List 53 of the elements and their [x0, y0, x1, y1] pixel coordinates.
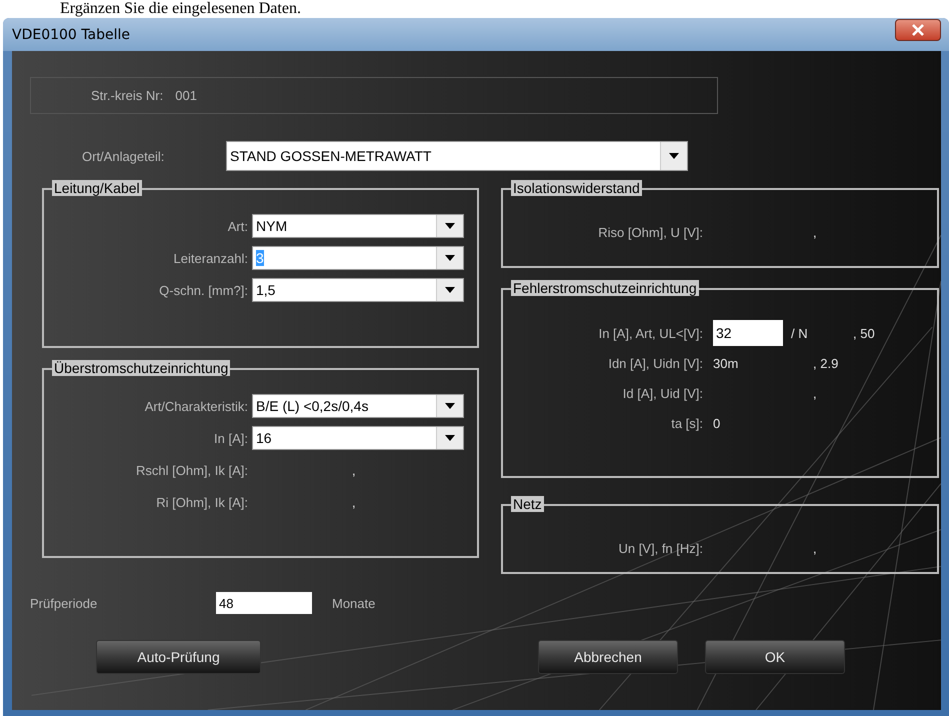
- unit-label: Monate: [332, 596, 376, 610]
- field-label: Ri [Ohm], Ik [A]:: [155, 494, 249, 510]
- field-label: Leiteranzahl:: [172, 250, 249, 266]
- field-value: ,: [813, 224, 817, 240]
- close-icon: [911, 24, 925, 36]
- field-value: ,: [813, 540, 817, 556]
- close-button[interactable]: [895, 18, 941, 40]
- field-value: ,: [352, 494, 356, 510]
- field-label: Ort/Anlageteil:: [81, 148, 166, 164]
- field-label: Idn [A], Uidn [V]:: [607, 356, 704, 370]
- field-label: Q-schn. [mm?]:: [158, 282, 249, 298]
- field-value: / N: [791, 326, 809, 340]
- group-title: Überstromschutzeinrichtung: [52, 360, 230, 376]
- field-label: Rschl [Ohm], Ik [A]:: [135, 462, 249, 478]
- field-value: , 2.9: [813, 356, 838, 370]
- dropdown-arrow-icon: [445, 435, 455, 441]
- group-title: Fehlerstromschutzeinrichtung: [511, 280, 699, 296]
- dropdown[interactable]: NYM: [252, 214, 464, 238]
- dialog-button[interactable]: OK: [705, 640, 845, 674]
- field-value: 0: [713, 416, 720, 430]
- caption-text: Ergänzen Sie die eingelesenen Daten.: [59, 0, 302, 18]
- group-title: Isolationswiderstand: [511, 180, 642, 196]
- field-label: Str.-kreis Nr:: [91, 88, 164, 103]
- field-label: ta [s]:: [670, 416, 704, 430]
- dropdown-arrow-icon: [445, 223, 455, 229]
- input-field[interactable]: 32: [713, 320, 783, 346]
- dropdown[interactable]: STAND GOSSEN-METRAWATT: [226, 141, 688, 171]
- dialog-button[interactable]: Auto-Prüfung: [96, 640, 261, 674]
- field-value: , 50: [853, 326, 875, 340]
- field-label: In [A]:: [213, 430, 249, 446]
- input-field[interactable]: 48: [216, 592, 312, 614]
- group-title: Leitung/Kabel: [52, 180, 142, 196]
- dropdown-arrow-icon: [445, 287, 455, 293]
- dropdown-arrow-icon: [445, 403, 455, 409]
- dialog-button[interactable]: Abbrechen: [538, 640, 678, 674]
- window-title: VDE0100 Tabelle: [12, 26, 130, 42]
- field-label: In [A], Art, UL<[V]:: [598, 326, 704, 340]
- group-title: Netz: [511, 496, 544, 512]
- field-value: ,: [352, 462, 356, 478]
- field-label: Art:: [226, 218, 249, 234]
- field-label: Art/Charakteristik:: [144, 398, 249, 414]
- field-label: Un [V], fn [Hz]:: [617, 540, 704, 556]
- field-value: ,: [813, 386, 817, 400]
- dropdown[interactable]: B/E (L) <0,2s/0,4s: [252, 394, 464, 418]
- field-label: Id [A], Uid [V]:: [622, 386, 704, 400]
- field-value: 001: [175, 88, 197, 103]
- dropdown-arrow-icon: [445, 255, 455, 261]
- field-label: Prüfperiode: [30, 596, 98, 610]
- field-value: 30m: [713, 356, 738, 370]
- dropdown[interactable]: 16: [252, 426, 464, 450]
- dropdown[interactable]: 1,5: [252, 278, 464, 302]
- dropdown-arrow-icon: [669, 153, 679, 159]
- field-label: Riso [Ohm], U [V]:: [597, 224, 704, 240]
